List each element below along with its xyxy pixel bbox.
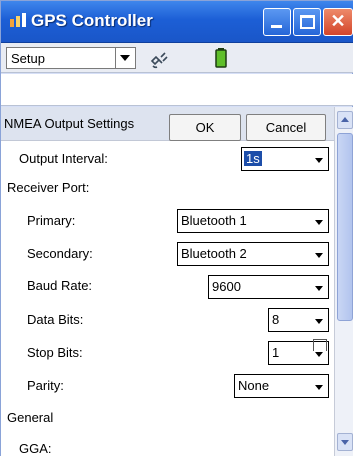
cancel-button[interactable]: Cancel — [246, 114, 326, 141]
battery-icon — [215, 48, 227, 68]
app-window: GPS Controller ✕ Setup NMEA Output Setti… — [0, 0, 353, 456]
primary-value: Bluetooth 1 — [181, 213, 247, 228]
output-interval-select[interactable]: 1s — [241, 147, 329, 171]
data-bits-select[interactable]: 8 — [268, 308, 329, 332]
parity-value: None — [238, 378, 270, 393]
output-interval-value: 1s — [244, 151, 262, 166]
baud-rate-select[interactable]: 9600 — [208, 275, 329, 299]
panel-title: NMEA Output Settings — [4, 116, 135, 131]
scroll-down-button[interactable] — [337, 433, 353, 451]
dropdown-divider — [115, 48, 116, 68]
minimize-icon — [271, 25, 282, 28]
minimize-button[interactable] — [263, 8, 291, 36]
status-strip — [1, 74, 353, 106]
scrollbar-thumb[interactable] — [337, 133, 353, 321]
general-heading: General — [7, 410, 54, 425]
stop-bits-label: Stop Bits: — [27, 345, 83, 360]
chevron-down-icon — [315, 286, 323, 291]
receiver-port-heading: Receiver Port: — [7, 180, 90, 195]
secondary-select[interactable]: Bluetooth 2 — [177, 242, 329, 266]
vertical-scrollbar[interactable] — [334, 107, 353, 456]
data-bits-value: 8 — [272, 312, 280, 327]
title-bar: GPS Controller ✕ — [1, 1, 353, 43]
parity-label: Parity: — [27, 378, 64, 393]
close-icon: ✕ — [330, 11, 346, 31]
output-interval-label: Output Interval: — [19, 151, 108, 166]
gga-label: GGA: — [19, 441, 52, 456]
secondary-value: Bluetooth 2 — [181, 246, 247, 261]
chevron-up-icon — [341, 117, 349, 122]
gps-app-icon — [10, 13, 26, 27]
secondary-label: Secondary: — [27, 246, 93, 261]
primary-select[interactable]: Bluetooth 1 — [177, 209, 329, 233]
satellite-icon[interactable] — [149, 51, 169, 71]
baud-rate-value: 9600 — [212, 279, 241, 294]
chevron-down-icon — [341, 440, 349, 445]
setup-dropdown[interactable]: Setup — [6, 47, 136, 69]
chevron-down-icon — [315, 253, 323, 258]
close-button[interactable]: ✕ — [323, 8, 353, 36]
scroll-up-button[interactable] — [337, 111, 353, 129]
primary-label: Primary: — [27, 213, 76, 228]
chevron-down-icon — [315, 385, 323, 390]
maximize-icon — [300, 15, 315, 29]
toolbar: Setup — [1, 43, 353, 73]
chevron-down-icon — [315, 319, 323, 324]
window-title: GPS Controller — [31, 11, 153, 30]
nmea-settings-panel: NMEA Output Settings OK Cancel Output In… — [1, 107, 334, 456]
ok-button[interactable]: OK — [169, 114, 241, 141]
setup-dropdown-value: Setup — [11, 51, 45, 66]
chevron-down-icon — [120, 55, 130, 61]
gga-checkbox[interactable] — [313, 339, 327, 351]
panel-header: NMEA Output Settings OK Cancel — [1, 107, 334, 141]
parity-select[interactable]: None — [234, 374, 329, 398]
chevron-down-icon — [315, 352, 323, 357]
data-bits-label: Data Bits: — [27, 312, 84, 327]
chevron-down-icon — [315, 220, 323, 225]
maximize-button[interactable] — [293, 8, 321, 36]
baud-rate-label: Baud Rate: — [27, 278, 93, 293]
chevron-down-icon — [315, 158, 323, 163]
stop-bits-value: 1 — [272, 345, 280, 360]
